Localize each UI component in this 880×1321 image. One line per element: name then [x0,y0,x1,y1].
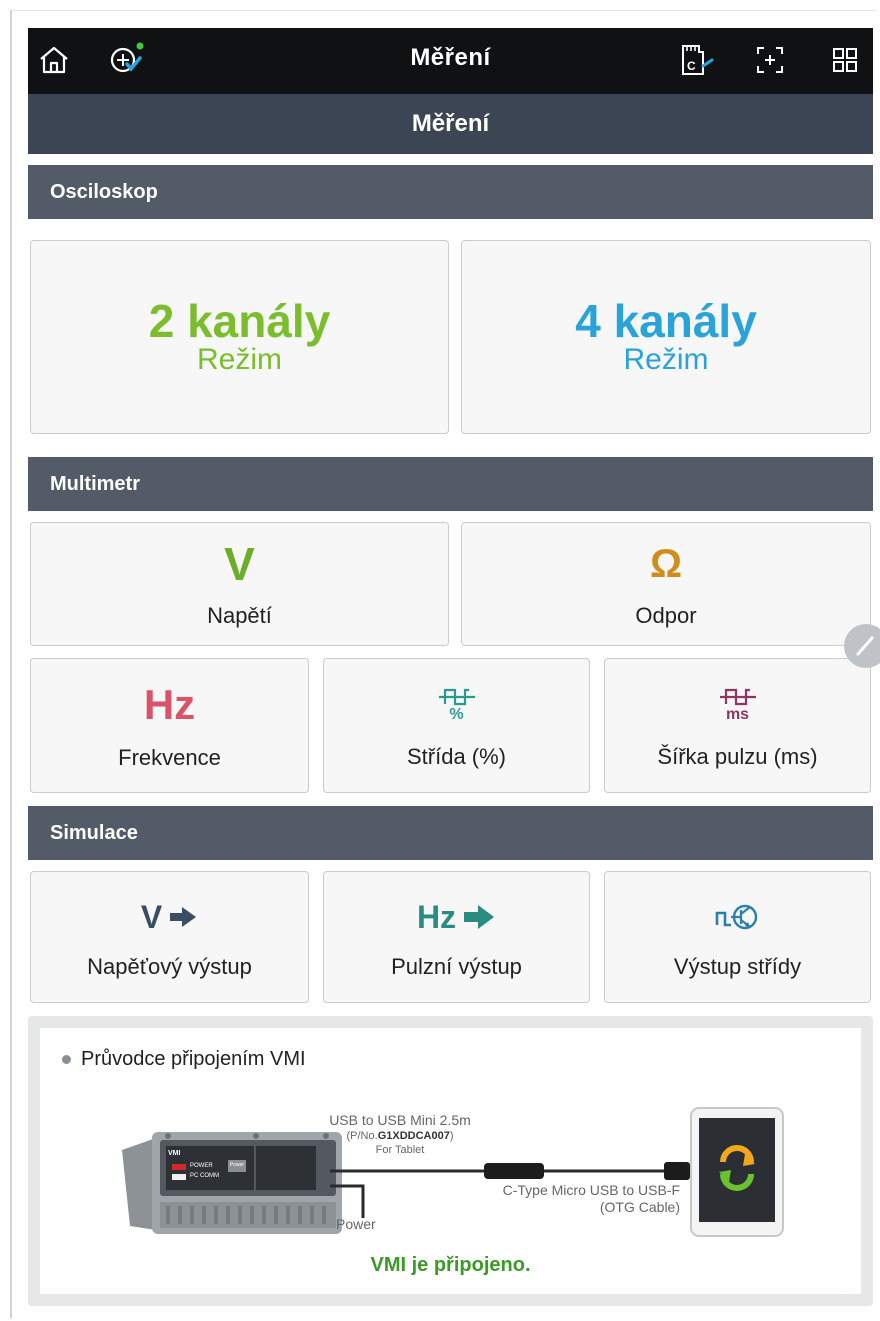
connection-guide-content: Průvodce připojením VMI VMI POWER PC COM… [40,1028,861,1294]
section-simulation: Simulace [28,806,873,860]
frequency-button[interactable]: Hz Frekvence [30,658,309,793]
usb-cable-part-number: (P/No.G1XDDCA007) [346,1130,454,1142]
tablet-image [689,1106,785,1238]
resistance-label: Odpor [635,603,697,628]
screenshot-icon[interactable] [750,40,790,80]
pulse-output-button[interactable]: Hz Pulzní výstup [323,871,590,1003]
pulse-width-symbol: ms [725,705,750,723]
page-title: Měření [410,44,491,71]
svg-text:C: C [687,59,696,73]
usb-cable-info: USB to USB Mini 2.5m (P/No.G1XDDCA007) F… [280,1112,520,1157]
frequency-symbol: Hz [143,680,196,728]
section-multimeter: Multimetr [28,457,873,511]
resistance-button[interactable]: Ω Odpor [461,522,871,646]
pencil-icon [856,636,874,656]
otg-cable-info: C-Type Micro USB to USB-F (OTG Cable) [460,1182,680,1216]
two-channel-mode-button[interactable]: 2 kanály Režim [30,240,449,434]
voltage-output-icon: V [141,894,198,940]
duty-cycle-label: Střída (%) [406,743,507,769]
voltage-output-button[interactable]: V Napěťový výstup [30,871,309,1003]
power-label: Power [336,1216,376,1232]
voltage-output-symbol: V [140,898,163,935]
two-channel-subtitle: Režim [196,343,282,376]
two-channel-title: 2 kanály [148,295,331,347]
voltage-label: Napětí [207,603,272,628]
top-bar: Měření C [28,28,873,94]
pulse-output-symbol: Hz [416,898,457,935]
duty-cycle-symbol: % [449,705,464,723]
usb-cable-name: USB to USB Mini 2.5m [329,1112,471,1128]
usb-cable-usage: For Tablet [375,1144,425,1156]
arrow-right-icon [170,907,197,927]
duty-cycle-icon: % [437,682,477,728]
floating-edit-button[interactable] [844,624,880,668]
grid-menu-icon[interactable] [825,40,865,80]
duty-output-icon [713,894,763,940]
connection-guide-panel: Průvodce připojením VMI VMI POWER PC COM… [28,1016,873,1306]
pulse-output-label: Pulzní výstup [391,954,522,979]
frequency-label: Frekvence [118,744,221,770]
voltage-button[interactable]: V Napětí [30,522,449,646]
sd-card-icon[interactable]: C [674,40,714,80]
pulse-width-icon: ms [718,682,758,728]
pulse-output-icon: Hz [417,894,496,940]
otg-cable-name: C-Type Micro USB to USB-F [502,1182,680,1198]
arrow-right-icon [464,905,495,929]
duty-cycle-button[interactable]: % Střída (%) [323,658,590,793]
voltage-symbol: V [224,538,255,590]
duty-output-button[interactable]: Výstup střídy [604,871,871,1003]
pulse-width-button[interactable]: ms Šířka pulzu (ms) [604,658,871,793]
four-channel-title: 4 kanály [575,295,757,347]
connection-status: VMI je připojeno. [370,1254,531,1276]
resistance-symbol: Ω [649,542,683,586]
section-oscilloscope: Osciloskop [28,165,873,219]
otg-cable-type: (OTG Cable) [599,1199,680,1215]
four-channel-subtitle: Režim [623,343,709,376]
duty-output-label: Výstup střídy [673,954,802,979]
voltage-output-label: Napěťový výstup [87,954,252,979]
pulse-width-label: Šířka pulzu (ms) [657,743,818,769]
four-channel-mode-button[interactable]: 4 kanály Režim [461,240,871,434]
page-subtitle: Měření [28,94,873,154]
